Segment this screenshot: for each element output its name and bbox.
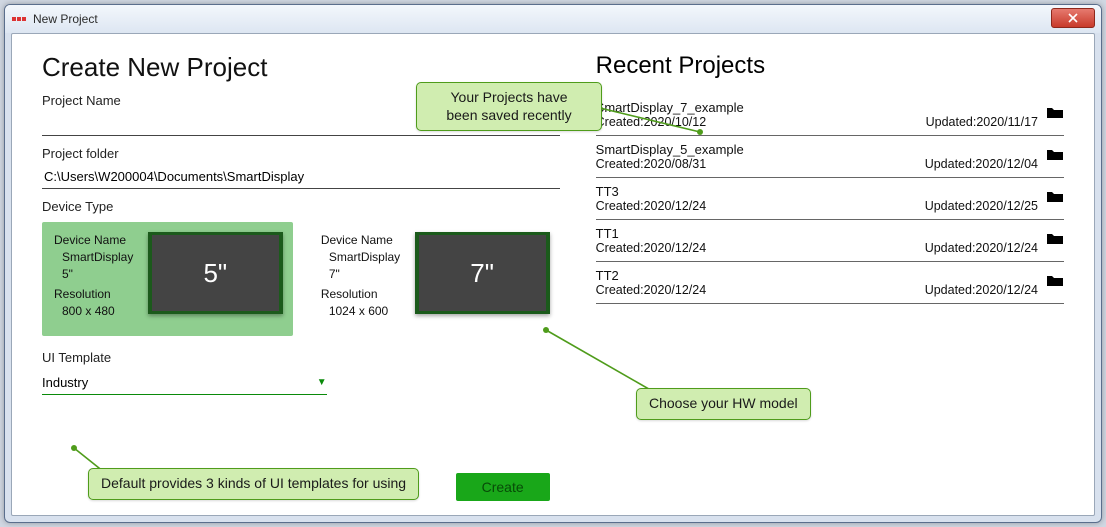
recent-item-created: Created:2020/08/31 xyxy=(596,157,707,171)
recent-item-name: TT2 xyxy=(596,268,1038,283)
app-icon xyxy=(11,11,27,27)
device-card-5in[interactable]: Device Name SmartDisplay 5" Resolution 8… xyxy=(42,222,293,336)
folder-icon[interactable] xyxy=(1046,147,1064,166)
recent-item[interactable]: TT1Created:2020/12/24 Updated:2020/12/24 xyxy=(596,220,1064,262)
device-name-value: SmartDisplay 7" xyxy=(329,249,405,283)
page-title: Create New Project xyxy=(42,52,560,83)
callout-recent-projects: Your Projects have been saved recently xyxy=(416,82,602,131)
recent-item-created: Created:2020/12/24 xyxy=(596,283,707,297)
callout-ui-templates: Default provides 3 kinds of UI templates… xyxy=(88,468,419,500)
folder-icon[interactable] xyxy=(1046,189,1064,208)
recent-item-updated: Updated:2020/12/04 xyxy=(925,157,1038,171)
chevron-down-icon: ▼ xyxy=(317,377,327,388)
ui-template-value: Industry xyxy=(42,375,88,390)
device-type-label: Device Type xyxy=(42,199,560,214)
device-screen-icon: 5" xyxy=(148,232,283,314)
recent-item-updated: Updated:2020/12/24 xyxy=(925,283,1038,297)
recent-item[interactable]: TT2Created:2020/12/24 Updated:2020/12/24 xyxy=(596,262,1064,304)
recent-heading: Recent Projects xyxy=(596,52,1064,80)
device-card-7in[interactable]: Device Name SmartDisplay 7" Resolution 1… xyxy=(309,222,560,336)
close-button[interactable] xyxy=(1051,8,1095,28)
folder-icon[interactable] xyxy=(1046,231,1064,250)
device-type-row: Device Name SmartDisplay 5" Resolution 8… xyxy=(42,222,560,336)
device-res-label: Resolution xyxy=(321,286,405,303)
device-name-value: SmartDisplay 5" xyxy=(62,249,138,283)
recent-item-name: TT3 xyxy=(596,184,1038,199)
ui-template-select[interactable]: Industry ▼ xyxy=(42,371,327,395)
recent-item[interactable]: TT3Created:2020/12/24 Updated:2020/12/25 xyxy=(596,178,1064,220)
device-res-value: 1024 x 600 xyxy=(329,303,405,320)
device-name-label: Device Name xyxy=(321,232,405,249)
create-button[interactable]: Create xyxy=(456,473,550,501)
window-title: New Project xyxy=(33,12,98,26)
device-screen-icon: 7" xyxy=(415,232,550,314)
recent-item-updated: Updated:2020/12/25 xyxy=(925,199,1038,213)
recent-item-created: Created:2020/12/24 xyxy=(596,199,707,213)
recent-item-name: TT1 xyxy=(596,226,1038,241)
recent-item-created: Created:2020/12/24 xyxy=(596,241,707,255)
ui-template-label: UI Template xyxy=(42,350,560,365)
recent-item-updated: Updated:2020/12/24 xyxy=(925,241,1038,255)
recent-item-updated: Updated:2020/11/17 xyxy=(926,115,1038,129)
callout-arrow xyxy=(600,100,710,145)
callout-hw-model: Choose your HW model xyxy=(636,388,811,420)
project-folder-label: Project folder xyxy=(42,146,560,161)
project-folder-input[interactable] xyxy=(42,163,560,189)
folder-icon[interactable] xyxy=(1046,273,1064,292)
folder-icon[interactable] xyxy=(1046,105,1064,124)
titlebar[interactable]: New Project xyxy=(5,5,1101,33)
device-res-value: 800 x 480 xyxy=(62,303,138,320)
device-res-label: Resolution xyxy=(54,286,138,303)
device-name-label: Device Name xyxy=(54,232,138,249)
